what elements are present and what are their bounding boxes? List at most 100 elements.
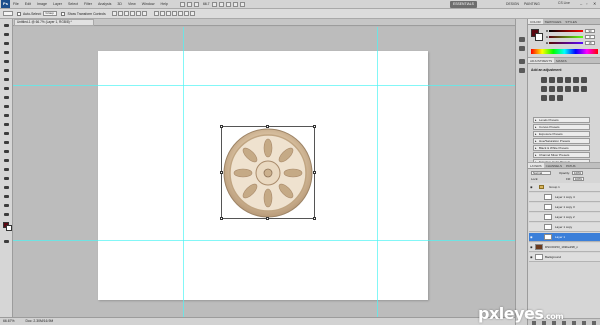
align-right-icon[interactable] <box>141 11 147 16</box>
workspace-painting[interactable]: PAINTING <box>521 1 543 8</box>
menu-file[interactable]: File <box>13 2 19 6</box>
guides-icon[interactable] <box>193 1 199 7</box>
align-hcenter-icon[interactable] <box>135 11 141 16</box>
layer-row-group-1[interactable]: ◉ Group 1 <box>529 183 600 192</box>
clone-stamp-tool-icon[interactable] <box>3 95 10 100</box>
layer-row-background[interactable]: ◉ Background <box>529 253 600 262</box>
red-track[interactable] <box>549 30 583 32</box>
align-top-icon[interactable] <box>111 11 117 16</box>
layer-row[interactable]: ◉ DSC00153_1b9be298_n <box>529 243 600 252</box>
bridge-icon[interactable] <box>179 1 185 7</box>
tab-masks[interactable]: MASKS <box>554 58 569 63</box>
status-zoom[interactable]: 66.67% <box>3 319 15 323</box>
selective-color-icon[interactable] <box>557 95 563 101</box>
rotate-view-icon[interactable] <box>225 1 231 7</box>
transform-handle[interactable] <box>220 171 223 174</box>
distribute-hcenter-icon[interactable] <box>177 11 183 16</box>
quick-selection-tool-icon[interactable] <box>3 50 10 55</box>
delete-layer-icon[interactable] <box>592 321 596 325</box>
distribute-left-icon[interactable] <box>171 11 177 16</box>
channel-mixer-icon[interactable] <box>565 86 571 92</box>
green-slider[interactable]: G 8 <box>546 35 599 39</box>
preset-black-white[interactable]: Black & White Presets <box>533 145 590 151</box>
gradient-map-icon[interactable] <box>549 95 555 101</box>
pen-tool-icon[interactable] <box>3 149 10 154</box>
arrange-documents-icon[interactable] <box>232 1 238 7</box>
eye-icon[interactable]: ◉ <box>530 185 534 189</box>
minimize-icon[interactable]: – <box>580 1 582 6</box>
align-left-icon[interactable] <box>129 11 135 16</box>
tab-adjustments[interactable]: ADJUSTMENTS <box>528 58 555 63</box>
workspace-design[interactable]: DESIGN <box>503 1 522 8</box>
preset-hue-saturation[interactable]: Hue/Saturation Presets <box>533 138 590 144</box>
menu-select[interactable]: Select <box>68 2 78 6</box>
cs-live-button[interactable]: CS Live <box>558 1 570 5</box>
move-tool-preset[interactable] <box>3 11 13 16</box>
eyedropper-tool-icon[interactable] <box>3 68 10 73</box>
background-color-swatch[interactable] <box>6 225 12 231</box>
menu-filter[interactable]: Filter <box>84 2 92 6</box>
brush-tool-icon[interactable] <box>3 86 10 91</box>
new-layer-icon[interactable] <box>582 321 586 325</box>
actions-panel-icon[interactable] <box>519 46 525 51</box>
menu-help[interactable]: Help <box>161 2 168 6</box>
transform-bounding-box[interactable] <box>220 125 316 220</box>
tab-swatches[interactable]: SWATCHES <box>543 19 564 24</box>
preset-exposure[interactable]: Exposure Presets <box>533 131 590 137</box>
hand-tool-icon[interactable] <box>3 203 10 208</box>
menu-image[interactable]: Image <box>37 2 47 6</box>
preset-curves[interactable]: Curves Presets <box>533 124 590 130</box>
move-tool-icon[interactable] <box>3 23 10 28</box>
green-value[interactable]: 8 <box>585 35 595 39</box>
eraser-tool-icon[interactable] <box>3 113 10 118</box>
menu-layer[interactable]: Layer <box>53 2 62 6</box>
brightness-contrast-icon[interactable] <box>541 77 547 83</box>
screen-mode-icon[interactable] <box>239 1 245 7</box>
layer-row-selected[interactable]: ◉ Layer 1 <box>529 233 600 242</box>
levels-icon[interactable] <box>549 77 555 83</box>
vibrance-icon[interactable] <box>573 77 579 83</box>
hue-saturation-icon[interactable] <box>581 77 587 83</box>
menu-3d[interactable]: 3D <box>117 2 122 6</box>
transform-handle[interactable] <box>313 171 316 174</box>
lasso-tool-icon[interactable] <box>3 41 10 46</box>
hand-tool-icon[interactable] <box>211 1 217 7</box>
transform-handle[interactable] <box>266 217 269 220</box>
layer-row[interactable]: Layer 1 copy <box>529 223 600 232</box>
threshold-icon[interactable] <box>541 95 547 101</box>
layer-row[interactable]: Layer 1 copy 2 <box>529 213 600 222</box>
zoom-tool-icon[interactable] <box>3 212 10 217</box>
transform-handle[interactable] <box>220 217 223 220</box>
exposure-icon[interactable] <box>565 77 571 83</box>
gradient-tool-icon[interactable] <box>3 122 10 127</box>
workspace-essentials[interactable]: ESSENTIALS <box>450 1 477 8</box>
eye-icon[interactable]: ◉ <box>530 245 534 249</box>
eye-icon[interactable]: ◉ <box>530 255 534 259</box>
history-panel-icon[interactable] <box>519 37 525 42</box>
tab-color[interactable]: COLOR <box>528 19 543 24</box>
mini-bridge-icon[interactable] <box>186 1 192 7</box>
tab-styles[interactable]: STYLES <box>563 19 579 24</box>
path-selection-tool-icon[interactable] <box>3 167 10 172</box>
fill-field[interactable]: 100% <box>572 177 584 181</box>
dodge-tool-icon[interactable] <box>3 140 10 145</box>
opacity-field[interactable]: 100% <box>572 171 584 175</box>
3d-rotate-tool-icon[interactable] <box>3 185 10 190</box>
posterize-icon[interactable] <box>581 86 587 92</box>
menu-analysis[interactable]: Analysis <box>98 2 111 6</box>
preset-channel-mixer[interactable]: Channel Mixer Presets <box>533 152 590 158</box>
zoom-level[interactable]: 66.7 <box>203 2 210 7</box>
tab-layers[interactable]: LAYERS <box>528 163 544 168</box>
align-vcenter-icon[interactable] <box>117 11 123 16</box>
green-track[interactable] <box>549 36 583 38</box>
blue-value[interactable]: 18 <box>585 41 595 45</box>
blue-track[interactable] <box>549 42 583 44</box>
tab-paths[interactable]: PATHS <box>564 163 578 168</box>
canvas-area[interactable] <box>13 27 520 317</box>
quick-mask-icon[interactable] <box>3 239 10 244</box>
shape-tool-icon[interactable] <box>3 176 10 181</box>
curves-icon[interactable] <box>557 77 563 83</box>
close-icon[interactable]: ✕ <box>593 1 596 6</box>
tab-channels[interactable]: CHANNELS <box>544 163 564 168</box>
vertical-guide[interactable] <box>183 27 184 317</box>
